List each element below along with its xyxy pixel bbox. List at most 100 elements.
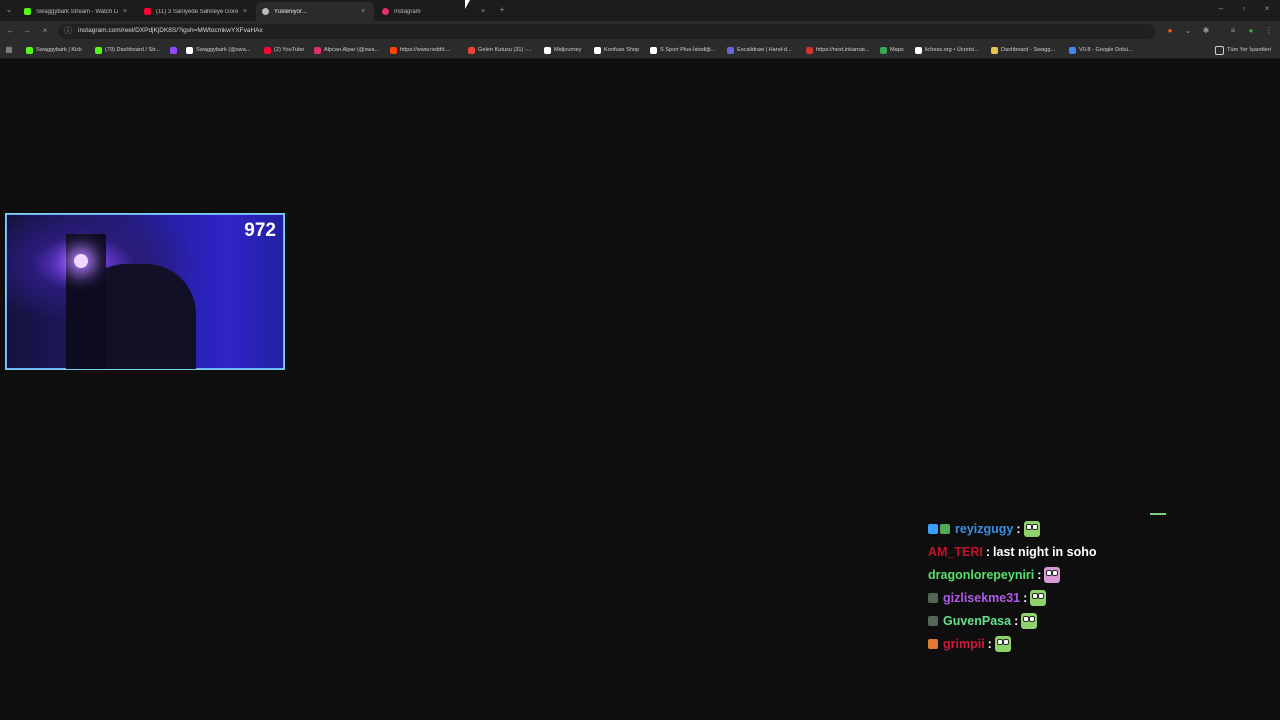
pink-emote-icon xyxy=(1044,567,1061,583)
minimize-icon[interactable]: – xyxy=(1216,4,1226,14)
bookmarks-bar: ▦ Swaggybark | Kick (79) Dashboard / Str.… xyxy=(0,42,1280,59)
chat-separator: : xyxy=(1014,614,1019,628)
bookmark-label: S Sport Plus-İstediği... xyxy=(660,47,716,53)
menu-kebab-icon[interactable]: ⋮ xyxy=(1264,26,1274,36)
back-icon[interactable]: ← xyxy=(5,26,15,36)
chat-indicator-bar xyxy=(1150,513,1166,515)
bookmark-item[interactable]: V0.8 - Google Dokü... xyxy=(1069,45,1133,55)
bookmark-label: Dashboard - Swagg... xyxy=(1001,47,1056,53)
tab-youtube[interactable]: (11) 3 Saniyede Sahneye Göre × xyxy=(138,2,256,21)
close-window-icon[interactable]: × xyxy=(1262,4,1272,14)
bookmark-favicon-icon xyxy=(915,46,922,54)
chat-message: gizlisekme31: xyxy=(928,590,1047,606)
forward-icon[interactable]: → xyxy=(22,26,32,36)
bookmark-label: (2) YouTube xyxy=(274,47,305,53)
webcam-overlay: 972 xyxy=(5,213,285,370)
tab-search-icon[interactable]: ⌄ xyxy=(4,5,14,15)
bookmark-favicon-icon xyxy=(991,46,998,54)
bookmark-item[interactable]: Gelen Kutusu (31) -... xyxy=(468,45,531,55)
profile-avatar[interactable]: ● xyxy=(1246,26,1256,36)
folder-icon xyxy=(1215,45,1224,55)
tab-instagram[interactable]: Instagram × xyxy=(376,2,494,21)
chat-username: GuvenPasa xyxy=(943,614,1012,628)
new-tab-button[interactable]: + xyxy=(497,5,507,15)
tab-title: Swaggybark Stream - Watch Li xyxy=(36,8,119,15)
bookmark-label: Midjourney xyxy=(554,47,582,53)
instagram-icon xyxy=(382,8,389,15)
chat-message: AM_TERI: last night in soho xyxy=(928,544,1097,560)
bookmark-item[interactable]: Dashboard - Swagg... xyxy=(991,45,1055,55)
all-bookmarks-folder[interactable]: Tüm Yer İşaretleri xyxy=(1215,45,1271,55)
page-content xyxy=(0,59,1280,720)
close-tab-icon[interactable]: × xyxy=(120,8,130,15)
loading-icon xyxy=(262,8,269,15)
bookmark-item[interactable]: lichess.org • Ücretsi... xyxy=(915,45,979,55)
extension-icon[interactable]: ● xyxy=(1165,26,1175,36)
chat-text: last night in soho xyxy=(993,545,1097,559)
bookmark-favicon-icon xyxy=(727,46,734,54)
bookmark-favicon-icon xyxy=(650,46,657,54)
chevron-down-icon[interactable]: ⌄ xyxy=(1183,26,1193,36)
frog-emote-icon xyxy=(1021,613,1038,629)
chat-username: grimpii xyxy=(943,637,985,651)
bookmark-item[interactable]: Midjourney xyxy=(544,45,581,55)
chat-separator: : xyxy=(1016,522,1021,536)
bookmark-favicon-icon xyxy=(390,46,397,54)
bookmark-item[interactable]: S Sport Plus-İstediği... xyxy=(650,45,715,55)
bookmark-item[interactable]: Maps xyxy=(880,45,904,55)
tab-title: (11) 3 Saniyede Sahneye Göre xyxy=(156,8,239,15)
chat-separator: : xyxy=(1023,591,1028,605)
kick-icon xyxy=(24,8,31,15)
close-tab-icon[interactable]: × xyxy=(358,8,368,15)
bookmark-item[interactable]: Excalidraw | Hand-d... xyxy=(727,45,792,55)
bookmark-label: lichess.org • Ücretsi... xyxy=(925,47,979,53)
chat-username: reyizgugy xyxy=(955,522,1014,536)
bookmark-favicon-icon xyxy=(468,46,475,54)
bookmark-item[interactable]: https://www.reddit.... xyxy=(390,45,450,55)
all-bookmarks-label: Tüm Yer İşaretleri xyxy=(1227,47,1271,53)
browser-toolbar: ← → × ⓘ instagram.com/reel/DXPdjKjDK8S/?… xyxy=(0,21,1280,42)
bookmark-favicon-icon xyxy=(26,46,33,54)
stop-icon[interactable]: × xyxy=(40,26,50,36)
bookmark-favicon-icon xyxy=(186,46,193,54)
bookmark-item[interactable]: (79) Dashboard / Str... xyxy=(95,45,160,55)
frog-emote-icon xyxy=(1030,590,1047,606)
url-text: instagram.com/reel/DXPdjKjDK8S/?igsh=MWt… xyxy=(78,27,263,34)
bookmark-label: Maps xyxy=(890,47,904,53)
bookmark-item[interactable]: Alpcan Alpar (@swa... xyxy=(314,45,379,55)
bookmark-favicon-icon xyxy=(95,46,102,54)
tab-kick-stream[interactable]: Swaggybark Stream - Watch Li × xyxy=(18,2,136,21)
chat-message: GuvenPasa: xyxy=(928,613,1038,629)
chat-message: grimpii: xyxy=(928,636,1011,652)
tab-title: Instagram xyxy=(394,8,421,15)
bookmark-label: https://www.reddit.... xyxy=(400,47,451,53)
bookmark-item[interactable] xyxy=(170,45,180,55)
bookmark-favicon-icon xyxy=(806,46,813,54)
lamp-glow xyxy=(74,254,88,268)
close-tab-icon[interactable]: × xyxy=(478,8,488,15)
chat-badge-icon xyxy=(928,639,938,649)
bookmark-item[interactable]: https://next.inkarnat... xyxy=(806,45,869,55)
address-bar[interactable]: ⓘ instagram.com/reel/DXPdjKjDK8S/?igsh=M… xyxy=(58,24,1156,39)
chat-username: AM_TERI xyxy=(928,545,983,559)
extensions-puzzle-icon[interactable]: ✱ xyxy=(1201,26,1211,36)
bookmark-item[interactable]: (2) YouTube xyxy=(264,45,304,55)
bookmark-favicon-icon xyxy=(594,46,601,54)
close-tab-icon[interactable]: × xyxy=(240,8,250,15)
apps-grid-icon[interactable]: ▦ xyxy=(4,45,14,55)
chat-username: gizlisekme31 xyxy=(943,591,1021,605)
bookmark-favicon-icon xyxy=(880,46,887,54)
bookmark-item[interactable]: Swaggybark | Kick xyxy=(26,45,82,55)
maximize-icon[interactable]: ▫ xyxy=(1239,4,1249,14)
bookmark-item[interactable]: Konfuse Shop xyxy=(594,45,639,55)
bookmark-item[interactable]: Swaggybark (@swa... xyxy=(186,45,251,55)
site-info-icon[interactable]: ⓘ xyxy=(63,26,73,36)
chat-username: dragonlorepeyniri xyxy=(928,568,1035,582)
chair-silhouette xyxy=(66,234,106,369)
bookmark-label: (79) Dashboard / Str... xyxy=(105,47,161,53)
tab-loading[interactable]: Yükleniyor... × xyxy=(256,2,374,21)
chat-badge-icon xyxy=(928,524,938,534)
bookmark-favicon-icon xyxy=(170,46,177,54)
youtube-icon xyxy=(144,8,151,15)
media-control-icon[interactable]: ≡ xyxy=(1228,26,1238,36)
